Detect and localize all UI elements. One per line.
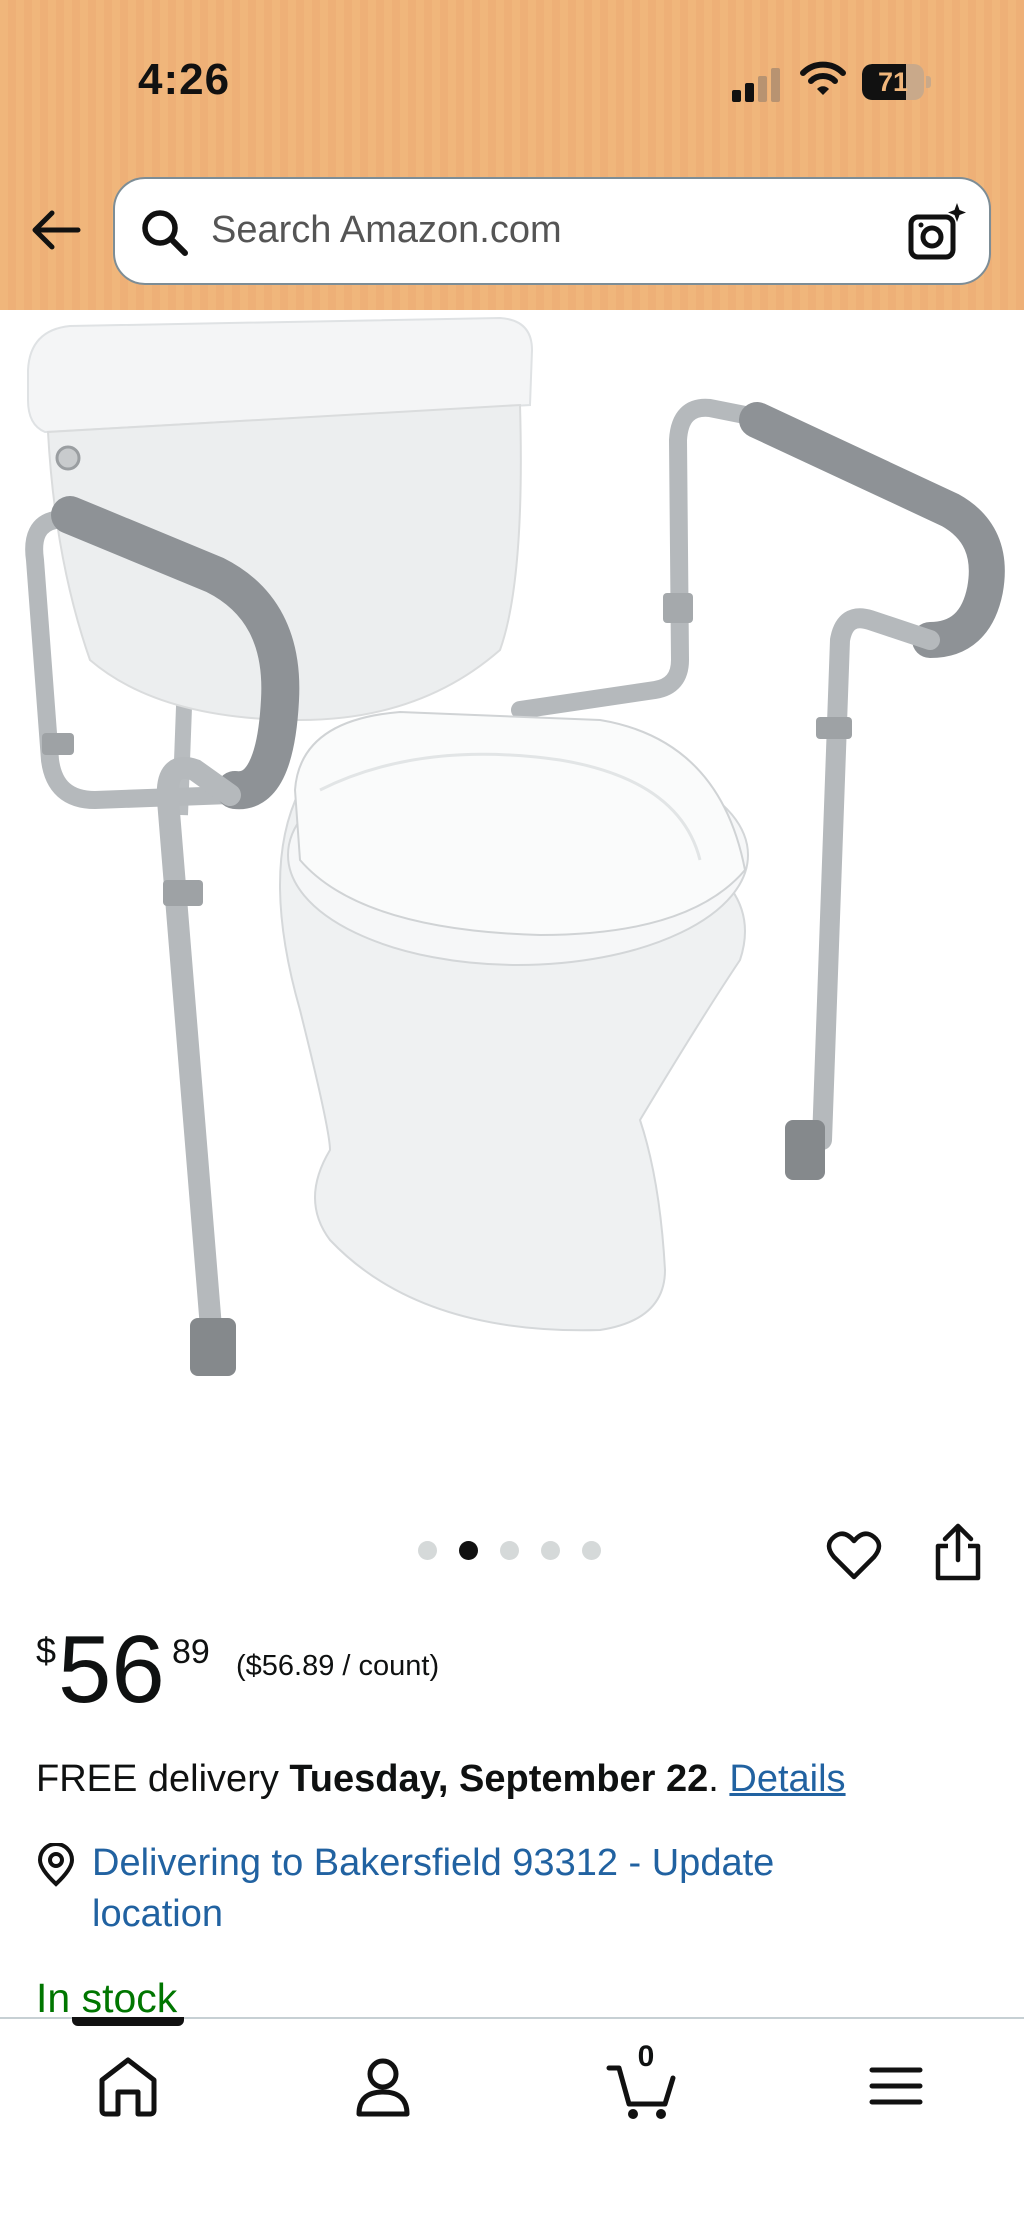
search-input[interactable]: Search Amazon.com: [113, 177, 991, 285]
delivery-info: FREE delivery Tuesday, September 22. Det…: [36, 1758, 846, 1801]
delivery-location-link[interactable]: Delivering to Bakersfield 93312 - Update…: [92, 1838, 912, 1940]
price-fraction: 89: [172, 1633, 210, 1671]
page-dot[interactable]: [582, 1541, 601, 1560]
status-time: 4:26: [138, 55, 231, 104]
battery-icon: 71: [862, 64, 932, 100]
home-icon[interactable]: [88, 2046, 168, 2126]
active-tab-indicator: [72, 2017, 184, 2026]
location-pin-icon: [37, 1843, 75, 1887]
page-dot-active[interactable]: [459, 1541, 478, 1560]
wifi-icon: [800, 61, 846, 95]
page-dot[interactable]: [418, 1541, 437, 1560]
cart-count: 0: [637, 2040, 655, 2073]
menu-icon[interactable]: [856, 2046, 936, 2126]
share-icon[interactable]: [930, 1522, 986, 1582]
header-bar: 4:26 71 Search Amazon.com: [0, 0, 1024, 310]
delivery-suffix: .: [708, 1758, 730, 1800]
back-arrow-icon[interactable]: [26, 200, 86, 260]
price-currency: $: [36, 1630, 57, 1671]
delivery-prefix: FREE delivery: [36, 1758, 290, 1800]
heart-icon[interactable]: [826, 1527, 882, 1583]
account-icon[interactable]: [343, 2046, 423, 2126]
stock-status: In stock: [36, 1975, 178, 2021]
cellular-signal-icon: [732, 68, 784, 102]
battery-level: 71: [877, 67, 909, 97]
page-dot[interactable]: [541, 1541, 560, 1560]
camera-search-icon[interactable]: [905, 201, 967, 263]
search-icon: [142, 210, 188, 256]
delivery-date: Tuesday, September 22: [289, 1758, 709, 1800]
details-link[interactable]: Details: [729, 1758, 845, 1800]
product-image[interactable]: [0, 310, 1024, 1510]
price-whole: 56: [58, 1616, 165, 1723]
unit-price: ($56.89 / count): [236, 1650, 440, 1682]
page-dot[interactable]: [500, 1541, 519, 1560]
search-placeholder: Search Amazon.com: [211, 209, 562, 251]
